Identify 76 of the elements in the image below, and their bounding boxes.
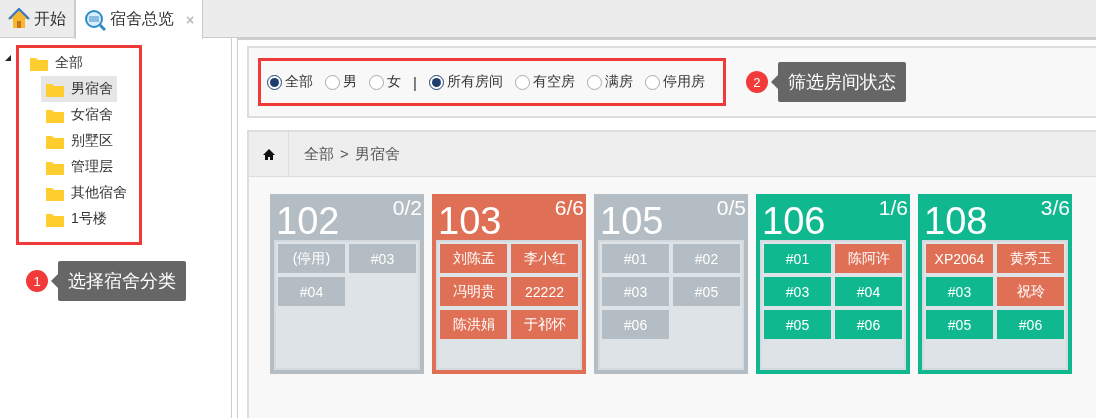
bed-tile[interactable]: #04: [835, 277, 902, 306]
occupancy-count: 1/6: [878, 197, 908, 219]
tree-item[interactable]: 其他宿舍: [41, 180, 131, 206]
tree-item[interactable]: 别墅区: [41, 128, 117, 154]
occupancy-count: 0/2: [392, 197, 422, 219]
tree-item[interactable]: 1号楼: [41, 206, 111, 232]
callout-tooltip: 选择宿舍分类: [51, 261, 186, 301]
radio-button[interactable]: [428, 74, 444, 90]
magnifier-icon: [84, 8, 106, 31]
room-card[interactable]: 106 1/6 #01 陈阿许 #03 #04 #05 #06: [756, 194, 910, 374]
bed-tile[interactable]: #06: [602, 310, 669, 339]
number-badge: 2: [745, 71, 768, 93]
bed-tile[interactable]: 冯明贵: [440, 277, 507, 306]
bed-tile[interactable]: 陈阿许: [835, 244, 902, 273]
bed-tile[interactable]: #05: [673, 277, 740, 306]
radio-option[interactable]: 全部: [267, 73, 313, 91]
bed-tile[interactable]: 22222: [511, 277, 578, 306]
radio-button[interactable]: [644, 74, 660, 90]
close-icon[interactable]: ×: [186, 11, 195, 28]
separator: |: [413, 73, 417, 91]
bed-tile[interactable]: #01: [764, 244, 831, 273]
room-card[interactable]: 102 0/2 (停用) #03 #04: [270, 194, 424, 374]
bed-tile[interactable]: #06: [997, 310, 1064, 339]
radio-button[interactable]: [369, 74, 384, 90]
radio-option[interactable]: 有空房: [514, 73, 575, 91]
bed-tile[interactable]: 于祁怀: [511, 310, 578, 339]
room-card[interactable]: 108 3/6 XP2064 黄秀玉 #03 祝玲 #05 #06: [918, 194, 1072, 374]
bed-tile[interactable]: #03: [764, 277, 831, 306]
occupancy-count: 0/5: [716, 197, 746, 219]
bed-tile[interactable]: 李小红: [511, 244, 578, 273]
house-icon: [8, 8, 30, 30]
bed-tile[interactable]: 黄秀玉: [997, 244, 1064, 273]
room-number: 103: [438, 199, 502, 243]
occupancy-count: 3/6: [1040, 197, 1070, 219]
callout-tooltip: 筛选房间状态: [770, 62, 906, 102]
room-card[interactable]: 105 0/5 #01 #02 #03 #05 #06: [594, 194, 748, 374]
bed-tile[interactable]: #04: [278, 277, 345, 306]
bed-tile[interactable]: #01: [602, 244, 669, 273]
radio-option[interactable]: 满房: [586, 73, 633, 91]
breadcrumb-text: 全部: [304, 144, 334, 164]
radio-button[interactable]: [267, 74, 282, 90]
radio-option[interactable]: 停用房: [644, 73, 705, 91]
room-number: 105: [600, 199, 664, 243]
room-number: 102: [276, 199, 340, 243]
bed-tile[interactable]: #05: [764, 310, 831, 339]
bed-tile[interactable]: #02: [673, 244, 740, 273]
bed-tile[interactable]: 祝玲: [997, 277, 1064, 306]
bed-tile[interactable]: #05: [926, 310, 993, 339]
radio-button[interactable]: [514, 74, 530, 90]
bed-tile[interactable]: #06: [835, 310, 902, 339]
breadcrumb-text: >: [340, 144, 349, 164]
bed-tile[interactable]: #03: [602, 277, 669, 306]
number-badge: 1: [26, 270, 48, 292]
radio-option[interactable]: 女: [369, 73, 401, 91]
bed-tile[interactable]: 刘陈孟: [440, 244, 507, 273]
room-number: 106: [762, 199, 826, 243]
occupancy-count: 6/6: [554, 197, 584, 219]
expand-triangle-icon[interactable]: [4, 54, 12, 62]
radio-option[interactable]: 男: [325, 73, 357, 91]
breadcrumb-text: 男宿舍: [354, 144, 400, 164]
room-number: 108: [924, 199, 988, 243]
home-icon[interactable]: [262, 148, 275, 160]
tree-item[interactable]: 全部: [25, 50, 87, 76]
bed-tile[interactable]: (停用): [278, 244, 345, 273]
radio-option[interactable]: 所有房间: [428, 73, 503, 91]
tree-item[interactable]: 男宿舍: [41, 76, 117, 102]
radio-button[interactable]: [325, 74, 340, 90]
tree-item[interactable]: 女宿舍: [41, 102, 117, 128]
bed-tile[interactable]: XP2064: [926, 244, 993, 273]
tree-item[interactable]: 管理层: [41, 154, 117, 180]
bed-tile[interactable]: #03: [926, 277, 993, 306]
bed-tile[interactable]: #03: [349, 244, 416, 273]
bed-tile[interactable]: 陈洪娟: [440, 310, 507, 339]
tab[interactable]: 宿舍总览 ×: [75, 0, 204, 39]
room-card[interactable]: 103 6/6 刘陈孟 李小红 冯明贵 22222 陈洪娟 于祁怀: [432, 194, 586, 374]
radio-button[interactable]: [586, 74, 602, 90]
